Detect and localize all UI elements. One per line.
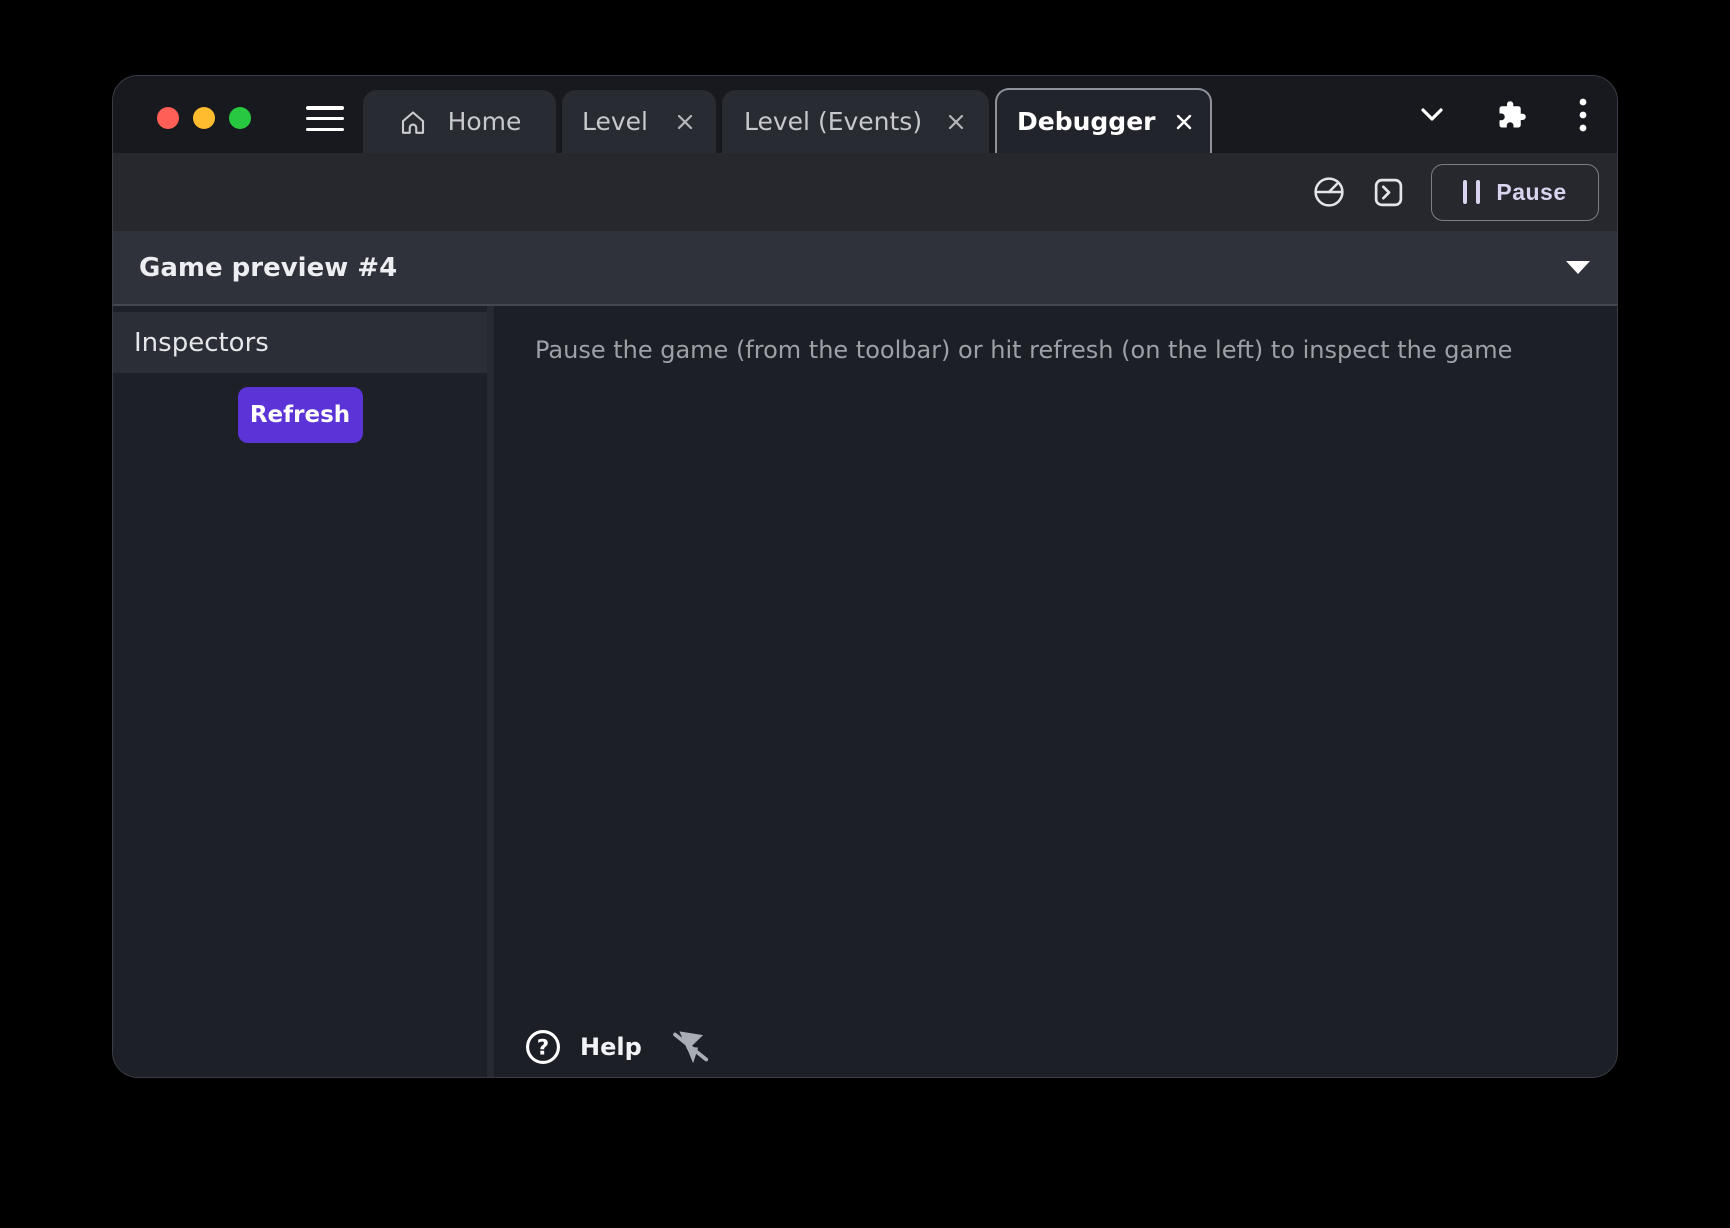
debugger-toolbar: Pause	[113, 153, 1617, 231]
puzzle-icon[interactable]	[1497, 100, 1527, 130]
preview-selector[interactable]: Game preview #4	[113, 231, 1617, 306]
close-icon[interactable]	[945, 111, 967, 133]
help-button-label: Help	[580, 1033, 642, 1061]
tab-debugger-label: Debugger	[1017, 107, 1156, 136]
debugger-hint-message: Pause the game (from the toolbar) or hit…	[535, 336, 1513, 364]
close-window-button[interactable]	[157, 107, 179, 129]
profiler-icon[interactable]	[1312, 175, 1346, 209]
pause-button[interactable]: Pause	[1431, 163, 1599, 221]
tab-home[interactable]: Home	[363, 90, 556, 153]
tab-level[interactable]: Level	[562, 90, 716, 153]
desktop-background: Home Level Level (Events) Debugger Pause…	[0, 0, 1730, 1228]
close-icon[interactable]	[1175, 111, 1193, 133]
debugger-body: Inspectors Refresh Pause the game (from …	[113, 306, 1617, 1077]
inspectors-header: Inspectors	[113, 312, 487, 373]
traffic-lights	[157, 107, 251, 129]
home-icon	[398, 107, 428, 137]
tab-strip: Home Level Level (Events) Debugger	[363, 88, 1212, 153]
hamburger-icon[interactable]	[306, 106, 344, 131]
title-bar: Home Level Level (Events) Debugger	[113, 76, 1617, 153]
tab-home-label: Home	[447, 107, 522, 136]
tab-level-events[interactable]: Level (Events)	[722, 90, 989, 153]
debugger-content: Pause the game (from the toolbar) or hit…	[494, 306, 1617, 1077]
preview-selector-label: Game preview #4	[139, 252, 398, 283]
pause-button-label: Pause	[1496, 178, 1567, 205]
tab-level-label: Level	[582, 107, 648, 136]
titlebar-actions	[1419, 76, 1587, 153]
tab-level-events-label: Level (Events)	[744, 107, 923, 136]
refresh-button[interactable]: Refresh	[237, 387, 363, 443]
chevron-down-icon[interactable]	[1419, 106, 1445, 124]
help-circle-icon: ?	[524, 1028, 562, 1066]
app-window: Home Level Level (Events) Debugger Pause…	[112, 75, 1618, 1078]
help-button[interactable]: ? Help	[524, 1028, 642, 1066]
pause-icon	[1463, 180, 1481, 204]
console-icon[interactable]	[1372, 176, 1405, 209]
pin-off-icon[interactable]	[670, 1027, 710, 1067]
content-footer: ? Help	[524, 1027, 710, 1067]
close-icon[interactable]	[674, 111, 696, 133]
minimize-window-button[interactable]	[193, 107, 215, 129]
caret-down-icon	[1565, 260, 1591, 275]
tab-debugger[interactable]: Debugger	[995, 88, 1212, 153]
inspectors-sidebar: Inspectors Refresh	[113, 306, 487, 1077]
svg-text:?: ?	[537, 1036, 549, 1061]
zoom-window-button[interactable]	[229, 107, 251, 129]
kebab-menu-icon[interactable]	[1579, 97, 1587, 133]
panel-splitter[interactable]	[487, 306, 494, 1077]
